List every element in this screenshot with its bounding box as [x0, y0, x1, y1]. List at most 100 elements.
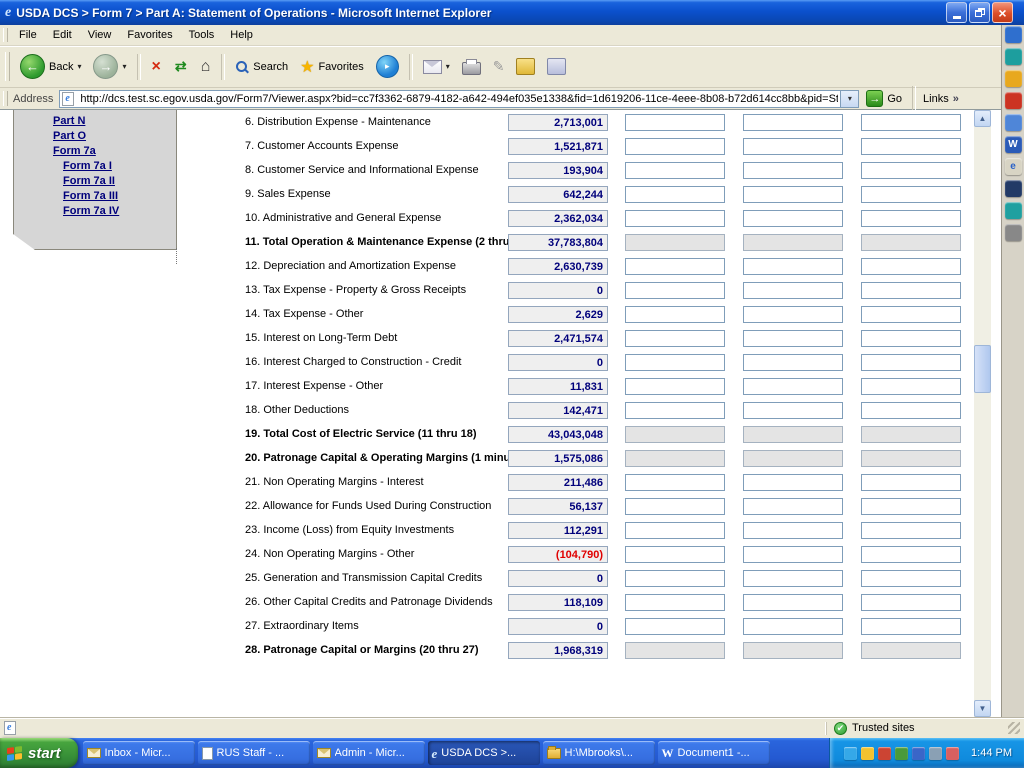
- row-input[interactable]: [625, 186, 725, 203]
- row-input[interactable]: [625, 474, 725, 491]
- shortcut-icon-1[interactable]: [1005, 26, 1022, 43]
- row-input[interactable]: [861, 354, 961, 371]
- row-input[interactable]: [743, 354, 843, 371]
- title-bar[interactable]: e USDA DCS > Form 7 > Part A: Statement …: [0, 0, 1024, 25]
- row-input[interactable]: [743, 162, 843, 179]
- row-input[interactable]: [625, 522, 725, 539]
- row-input[interactable]: [861, 546, 961, 563]
- restore-button[interactable]: [969, 2, 990, 23]
- tray-icon-6[interactable]: [929, 747, 942, 760]
- menu-favorites[interactable]: Favorites: [119, 26, 180, 44]
- row-input[interactable]: [743, 474, 843, 491]
- tray-icon-2[interactable]: [861, 747, 874, 760]
- row-input[interactable]: [861, 522, 961, 539]
- address-input[interactable]: [59, 90, 859, 108]
- vertical-scrollbar[interactable]: ▲ ▼: [974, 110, 991, 717]
- print-button[interactable]: [457, 55, 486, 78]
- row-input[interactable]: [743, 378, 843, 395]
- row-input[interactable]: [625, 498, 725, 515]
- shortcut-icon-6[interactable]: W: [1005, 136, 1022, 153]
- row-input[interactable]: [861, 282, 961, 299]
- tray-icon-3[interactable]: [878, 747, 891, 760]
- row-input[interactable]: [625, 378, 725, 395]
- row-input[interactable]: [861, 378, 961, 395]
- row-input[interactable]: [861, 402, 961, 419]
- shortcut-icon-7[interactable]: e: [1005, 158, 1022, 175]
- menu-tools[interactable]: Tools: [181, 26, 223, 44]
- stop-button[interactable]: ×: [146, 58, 167, 76]
- row-input[interactable]: [861, 210, 961, 227]
- edit-button[interactable]: ✎: [488, 58, 510, 75]
- row-input[interactable]: [625, 330, 725, 347]
- address-dropdown-button[interactable]: ▾: [840, 91, 858, 107]
- back-button[interactable]: ← Back ▾: [15, 51, 86, 82]
- search-button[interactable]: Search: [230, 57, 293, 77]
- row-input[interactable]: [625, 402, 725, 419]
- row-input[interactable]: [625, 258, 725, 275]
- home-button[interactable]: ⌂: [195, 58, 217, 76]
- row-input[interactable]: [625, 618, 725, 635]
- row-input[interactable]: [861, 618, 961, 635]
- shortcut-icon-9[interactable]: [1005, 202, 1022, 219]
- row-input[interactable]: [743, 546, 843, 563]
- taskbar-task-h-mbrooks[interactable]: H:\Mbrooks\...: [543, 741, 655, 765]
- row-input[interactable]: [861, 498, 961, 515]
- row-input[interactable]: [743, 402, 843, 419]
- menu-help[interactable]: Help: [222, 26, 261, 44]
- taskbar-task-admin-micr[interactable]: Admin - Micr...: [313, 741, 425, 765]
- menu-edit[interactable]: Edit: [45, 26, 80, 44]
- row-input[interactable]: [743, 594, 843, 611]
- row-input[interactable]: [625, 594, 725, 611]
- row-input[interactable]: [861, 330, 961, 347]
- refresh-button[interactable]: ⇄: [169, 58, 193, 75]
- taskbar-task-usda-dcs[interactable]: eUSDA DCS >...: [428, 741, 540, 765]
- start-button[interactable]: start: [0, 738, 78, 768]
- shortcut-icon-2[interactable]: [1005, 48, 1022, 65]
- row-input[interactable]: [861, 258, 961, 275]
- row-input[interactable]: [743, 618, 843, 635]
- row-input[interactable]: [743, 570, 843, 587]
- row-input[interactable]: [861, 594, 961, 611]
- close-button[interactable]: ×: [992, 2, 1013, 23]
- tray-icon-4[interactable]: [895, 747, 908, 760]
- shortcut-icon-8[interactable]: [1005, 180, 1022, 197]
- row-input[interactable]: [743, 210, 843, 227]
- row-input[interactable]: [861, 138, 961, 155]
- taskbar-task-rus-staff[interactable]: RUS Staff - ...: [198, 741, 310, 765]
- row-input[interactable]: [743, 498, 843, 515]
- row-input[interactable]: [625, 162, 725, 179]
- messenger-button[interactable]: [542, 55, 571, 78]
- go-button[interactable]: → Go: [859, 90, 909, 107]
- row-input[interactable]: [861, 114, 961, 131]
- shortcut-icon-4[interactable]: [1005, 92, 1022, 109]
- taskbar-task-document1[interactable]: WDocument1 -...: [658, 741, 770, 765]
- back-dropdown-icon[interactable]: ▾: [77, 62, 81, 71]
- row-input[interactable]: [625, 306, 725, 323]
- row-input[interactable]: [861, 570, 961, 587]
- row-input[interactable]: [743, 330, 843, 347]
- row-input[interactable]: [625, 282, 725, 299]
- taskbar-task-inbox-micr[interactable]: Inbox - Micr...: [83, 741, 195, 765]
- shortcut-icon-10[interactable]: [1005, 224, 1022, 241]
- row-input[interactable]: [625, 210, 725, 227]
- row-input[interactable]: [743, 138, 843, 155]
- row-input[interactable]: [625, 138, 725, 155]
- mail-dropdown-icon[interactable]: ▾: [446, 62, 450, 71]
- row-input[interactable]: [861, 162, 961, 179]
- row-input[interactable]: [743, 186, 843, 203]
- tray-icon-7[interactable]: [946, 747, 959, 760]
- row-input[interactable]: [743, 522, 843, 539]
- media-button[interactable]: ▸: [371, 52, 404, 81]
- row-input[interactable]: [743, 306, 843, 323]
- tray-icon-1[interactable]: [844, 747, 857, 760]
- minimize-button[interactable]: [946, 2, 967, 23]
- shortcut-icon-5[interactable]: [1005, 114, 1022, 131]
- forward-button[interactable]: → ▾: [88, 51, 131, 82]
- mail-button[interactable]: ▾: [418, 57, 455, 77]
- row-input[interactable]: [861, 474, 961, 491]
- menu-file[interactable]: File: [11, 26, 45, 44]
- links-button[interactable]: Links »: [919, 93, 963, 105]
- row-input[interactable]: [625, 354, 725, 371]
- row-input[interactable]: [625, 570, 725, 587]
- tray-icon-5[interactable]: [912, 747, 925, 760]
